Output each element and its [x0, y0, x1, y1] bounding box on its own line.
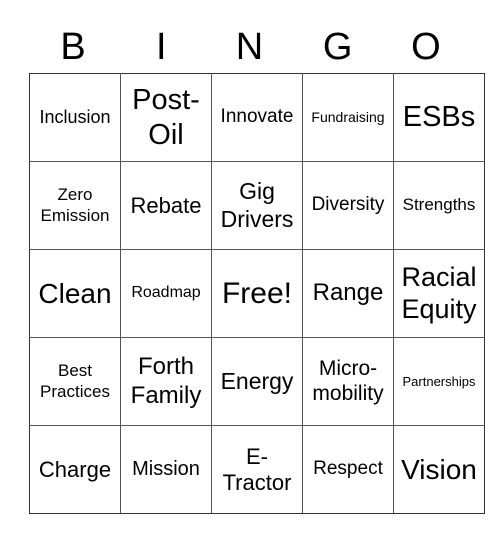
bingo-cell[interactable]: Inclusion [29, 73, 121, 162]
bingo-cell[interactable]: Vision [393, 425, 485, 514]
bingo-row: Charge Mission E-Tractor Respect Vision [29, 425, 485, 514]
bingo-cell[interactable]: Fundraising [302, 73, 394, 162]
bingo-cell[interactable]: E-Tractor [211, 425, 303, 514]
bingo-cell[interactable]: Zero Emission [29, 161, 121, 250]
bingo-cell[interactable]: Forth Family [120, 337, 212, 426]
bingo-cell[interactable]: Strengths [393, 161, 485, 250]
bingo-cell[interactable]: Best Practices [29, 337, 121, 426]
bingo-row: Inclusion Post-Oil Innovate Fundraising … [29, 73, 485, 162]
bingo-cell[interactable]: Roadmap [120, 249, 212, 338]
bingo-cell[interactable]: Respect [302, 425, 394, 514]
bingo-cell[interactable]: Racial Equity [393, 249, 485, 338]
bingo-cell[interactable]: Range [302, 249, 394, 338]
bingo-cell[interactable]: ESBs [393, 73, 485, 162]
bingo-cell[interactable]: Mission [120, 425, 212, 514]
free-space-cell[interactable]: Free! [211, 249, 303, 338]
header-letter-b: B [60, 26, 86, 68]
bingo-cell[interactable]: Micro-mobility [302, 337, 394, 426]
bingo-cell[interactable]: Post-Oil [120, 73, 212, 162]
bingo-cell[interactable]: Partnerships [393, 337, 485, 426]
bingo-cell[interactable]: Energy [211, 337, 303, 426]
bingo-cell[interactable]: Charge [29, 425, 121, 514]
bingo-cell[interactable]: Innovate [211, 73, 303, 162]
bingo-cell[interactable]: Diversity [302, 161, 394, 250]
header-letter-g: G [322, 26, 353, 68]
bingo-row: Best Practices Forth Family Energy Micro… [29, 337, 485, 426]
bingo-row: Zero Emission Rebate Gig Drivers Diversi… [29, 161, 485, 250]
bingo-cell[interactable]: Gig Drivers [211, 161, 303, 250]
bingo-grid: Inclusion Post-Oil Innovate Fundraising … [29, 73, 485, 514]
header-letter-o: O [411, 26, 441, 68]
bingo-cell[interactable]: Clean [29, 249, 121, 338]
bingo-header: B I N G O [29, 22, 470, 72]
header-letter-i: I [156, 26, 167, 68]
header-letter-n: N [235, 26, 264, 68]
bingo-row: Clean Roadmap Free! Range Racial Equity [29, 249, 485, 338]
bingo-cell[interactable]: Rebate [120, 161, 212, 250]
